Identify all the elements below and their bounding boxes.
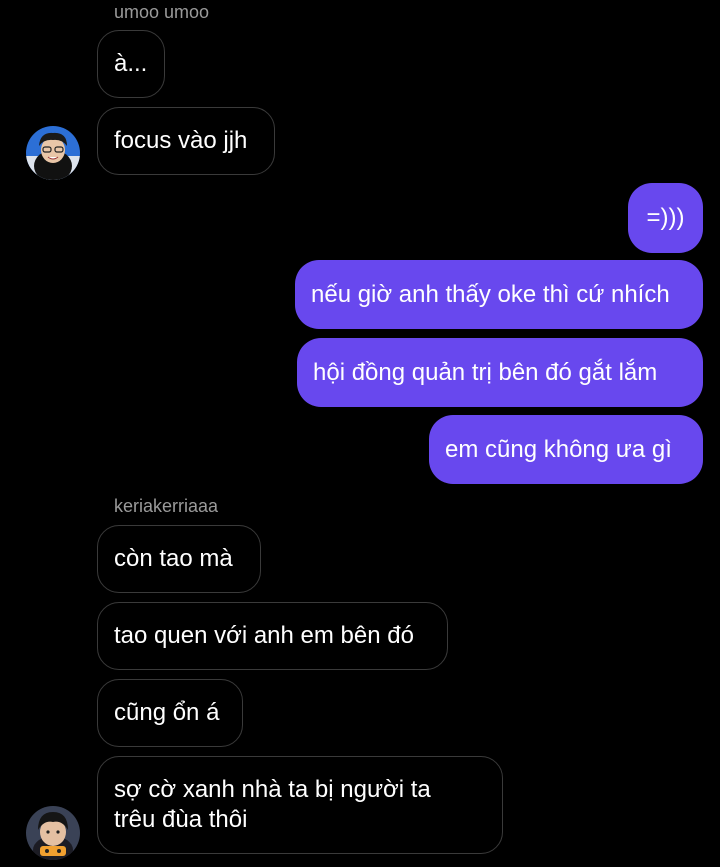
- message-bubble-incoming[interactable]: sợ cờ xanh nhà ta bị người ta trêu đùa t…: [97, 756, 503, 854]
- sender-name-keria: keriakerriaaa: [114, 496, 219, 516]
- user-avatar[interactable]: [26, 126, 80, 180]
- message-bubble-incoming[interactable]: à...: [97, 30, 165, 98]
- avatar-photo-icon: [26, 126, 80, 180]
- message-text: à...: [114, 50, 148, 77]
- message-text: em cũng không ưa gì: [445, 435, 672, 463]
- message-bubble-outgoing[interactable]: =))): [628, 183, 703, 253]
- avatar-photo-icon: [26, 806, 80, 860]
- sender-name-umoo: umoo umoo: [114, 2, 210, 22]
- message-text: còn tao mà: [114, 545, 233, 572]
- message-bubble-outgoing[interactable]: em cũng không ưa gì: [429, 415, 703, 484]
- user-avatar[interactable]: [26, 806, 80, 860]
- message-text: tao quen với anh em bên đó: [114, 622, 414, 649]
- message-text: sợ cờ xanh nhà ta bị người ta trêu đùa t…: [114, 776, 431, 833]
- message-text: cũng ổn á: [114, 699, 220, 726]
- chat-screen: { "senders": { "first": "umoo umoo", "se…: [0, 0, 720, 867]
- message-bubble-outgoing[interactable]: hội đồng quản trị bên đó gắt lắm: [297, 338, 703, 407]
- message-bubble-incoming[interactable]: tao quen với anh em bên đó: [97, 602, 448, 670]
- message-text: =))): [646, 204, 685, 231]
- message-bubble-incoming[interactable]: focus vào jjh: [97, 107, 275, 175]
- message-bubble-incoming[interactable]: cũng ổn á: [97, 679, 243, 747]
- message-text: nếu giờ anh thấy oke thì cứ nhích: [311, 280, 670, 308]
- message-text: hội đồng quản trị bên đó gắt lắm: [313, 358, 658, 386]
- message-bubble-incoming[interactable]: còn tao mà: [97, 525, 261, 593]
- message-bubble-outgoing[interactable]: nếu giờ anh thấy oke thì cứ nhích: [295, 260, 703, 329]
- message-text: focus vào jjh: [114, 127, 248, 154]
